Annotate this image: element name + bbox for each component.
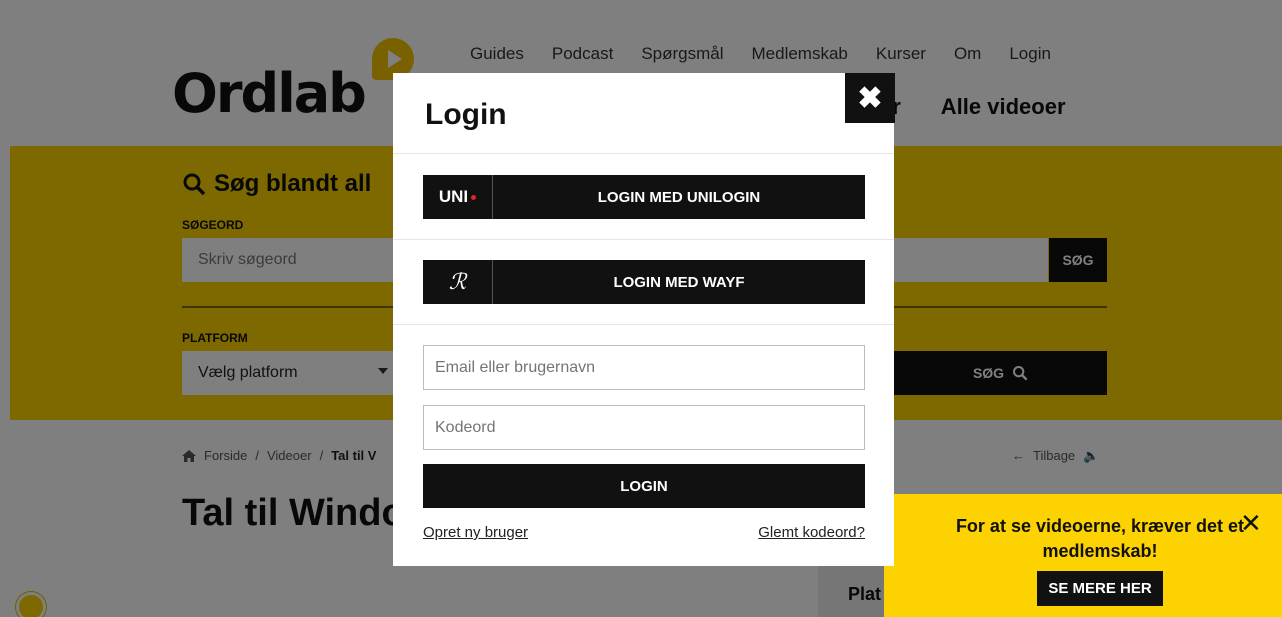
modal-title: Login [425, 98, 507, 131]
modal-divider [393, 239, 894, 240]
promo-close-icon[interactable]: ✕ [1240, 508, 1262, 539]
close-icon[interactable]: ✖ [845, 73, 895, 123]
create-user-link[interactable]: Opret ny bruger [423, 524, 528, 541]
email-field[interactable] [423, 345, 865, 390]
login-button[interactable]: LOGIN [423, 464, 865, 508]
promo-text: For at se videoerne, kræver det et medle… [955, 516, 1245, 561]
modal-divider [393, 153, 894, 154]
unilogin-icon-text: UNI [438, 187, 469, 206]
modal-divider [393, 324, 894, 325]
forgot-password-link[interactable]: Glemt kodeord? [758, 524, 865, 541]
login-modal: Login ✖ UNI LOGIN MED UNILOGIN ℛ LOGIN M… [393, 73, 895, 566]
unilogin-button[interactable]: UNI LOGIN MED UNILOGIN [423, 175, 865, 219]
unilogin-label: LOGIN MED UNILOGIN [597, 188, 761, 206]
unilogin-dot-icon [471, 194, 477, 200]
wayf-label: LOGIN MED WAYF [613, 273, 745, 291]
wayf-icon: ℛ [423, 260, 493, 304]
see-more-button[interactable]: SE MERE HER [1037, 571, 1163, 606]
wayf-button[interactable]: ℛ LOGIN MED WAYF [423, 260, 865, 304]
page: Ordlab Guides Podcast Spørgsmål Medlemsk… [0, 0, 1282, 617]
unilogin-icon: UNI [423, 175, 493, 219]
password-field[interactable] [423, 405, 865, 450]
